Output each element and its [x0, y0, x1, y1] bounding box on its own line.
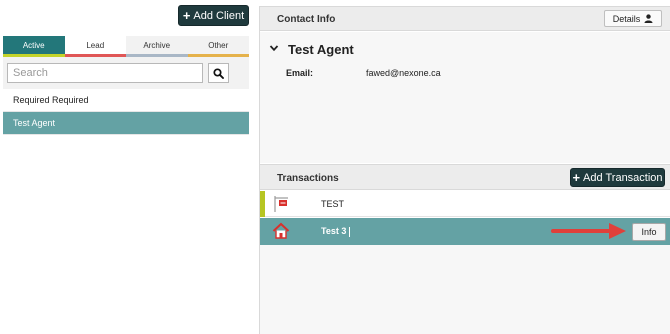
sign-icon — [274, 196, 288, 212]
client-item-required[interactable]: Required Required — [3, 89, 249, 112]
add-transaction-button[interactable]: + Add Transaction — [570, 168, 665, 187]
email-label: Email: — [286, 68, 314, 78]
add-client-button[interactable]: + Add Client — [178, 5, 249, 26]
detail-pane: Contact Info Details Test Agent Email: f… — [259, 6, 670, 334]
info-button[interactable]: Info — [632, 223, 666, 241]
plus-icon: + — [182, 8, 191, 23]
app-root: + Add Client Active Lead Archive Other R… — [0, 0, 670, 334]
search-button[interactable] — [208, 63, 229, 83]
email-value: fawed@nexone.ca — [366, 68, 441, 78]
contact-info-body: Test Agent Email: fawed@nexone.ca — [260, 32, 670, 163]
home-icon — [272, 222, 290, 239]
search-input[interactable] — [7, 63, 203, 83]
user-icon — [644, 14, 653, 23]
transaction-row-selected[interactable]: Test 3 Info — [260, 218, 670, 245]
details-button[interactable]: Details — [604, 10, 662, 27]
plus-icon: + — [572, 170, 581, 185]
status-bar — [260, 191, 265, 217]
search-icon — [213, 67, 224, 79]
arrow-right-icon — [551, 223, 626, 239]
contact-info-title: Contact Info — [277, 14, 336, 25]
client-status-tabs: Active Lead Archive Other — [3, 36, 249, 57]
contact-info-header: Contact Info Details — [260, 7, 670, 31]
details-label: Details — [612, 13, 641, 24]
agent-name: Test Agent — [288, 42, 354, 57]
transaction-label-text: Test 3 — [321, 226, 347, 237]
transactions-body — [260, 245, 670, 334]
transactions-title: Transactions — [277, 173, 339, 184]
transactions-header: Transactions + Add Transaction — [260, 164, 670, 190]
search-bar — [3, 57, 249, 89]
tab-other[interactable]: Other — [187, 36, 249, 57]
add-client-label: Add Client — [193, 9, 245, 22]
tab-active[interactable]: Active — [3, 36, 65, 57]
add-transaction-label: Add Transaction — [583, 171, 663, 184]
tab-archive[interactable]: Archive — [126, 36, 188, 57]
client-list: Required Required Test Agent — [3, 89, 249, 135]
transaction-label: TEST — [321, 198, 345, 209]
transaction-row[interactable]: TEST — [260, 191, 670, 217]
transaction-label: Test 3 — [321, 226, 351, 237]
chevron-down-icon[interactable] — [269, 43, 279, 53]
client-pane: + Add Client Active Lead Archive Other R… — [0, 0, 253, 334]
text-cursor — [349, 226, 351, 237]
tab-lead[interactable]: Lead — [64, 36, 126, 57]
client-item-test-agent[interactable]: Test Agent — [3, 112, 249, 135]
